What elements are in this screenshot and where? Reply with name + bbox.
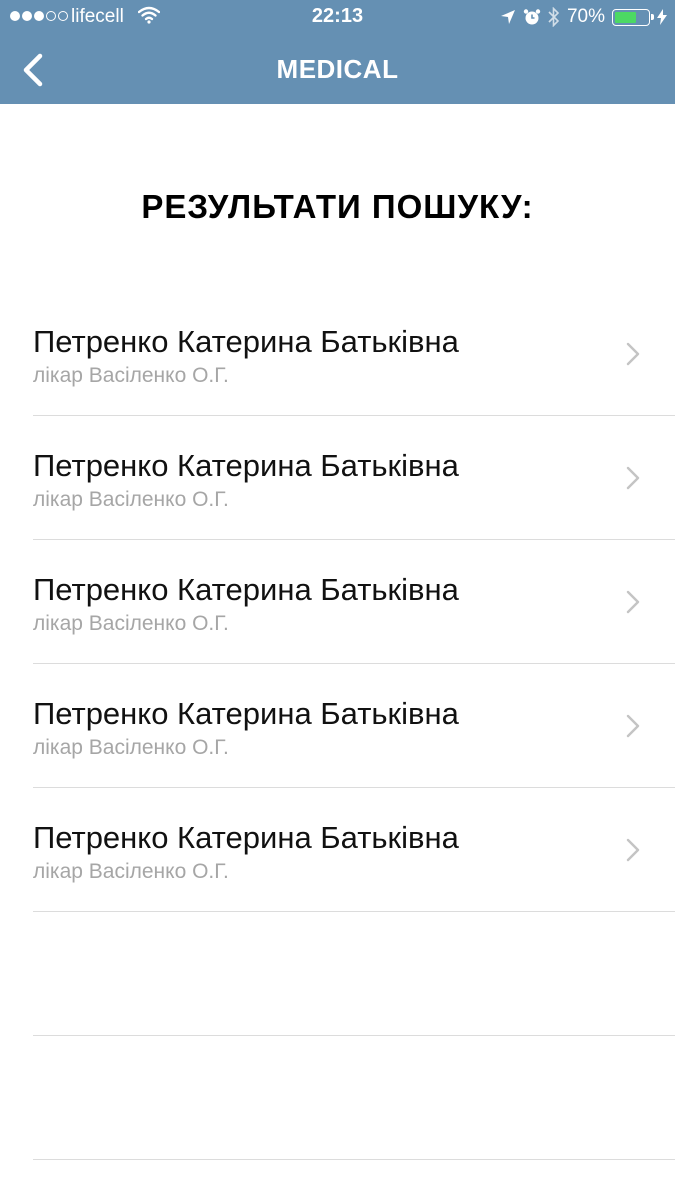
patient-name: Петренко Катерина Батьківна: [33, 448, 459, 483]
doctor-name: лікар Васіленко О.Г.: [33, 736, 229, 759]
empty-row: [33, 912, 675, 1036]
result-row[interactable]: Петренко Катерина Батьківна лікар Васіле…: [33, 664, 675, 788]
charging-bolt-icon: [657, 9, 667, 25]
empty-row: [33, 1036, 675, 1160]
patient-name: Петренко Катерина Батьківна: [33, 572, 459, 607]
battery-fill: [615, 11, 637, 23]
patient-name: Петренко Катерина Батьківна: [33, 820, 459, 855]
location-arrow-icon: [500, 10, 515, 24]
doctor-name: лікар Васіленко О.Г.: [33, 488, 229, 511]
doctor-name: лікар Васіленко О.Г.: [33, 612, 229, 635]
status-bar: lifecell 22:13 70%: [0, 0, 675, 34]
navigation-header: lifecell 22:13 70% MEDICAL: [0, 0, 675, 104]
alarm-icon: [523, 9, 541, 25]
bluetooth-icon: [548, 7, 560, 27]
doctor-name: лікар Васіленко О.Г.: [33, 860, 229, 883]
patient-name: Петренко Катерина Батьківна: [33, 324, 459, 359]
chevron-right-icon: [626, 342, 640, 366]
doctor-name: лікар Васіленко О.Г.: [33, 364, 229, 387]
results-list: Петренко Катерина Батьківна лікар Васіле…: [33, 292, 675, 1160]
battery-tip: [651, 13, 654, 20]
patient-name: Петренко Катерина Батьківна: [33, 696, 459, 731]
chevron-right-icon: [626, 466, 640, 490]
chevron-right-icon: [626, 714, 640, 738]
nav-title: MEDICAL: [276, 54, 399, 84]
result-row[interactable]: Петренко Катерина Батьківна лікар Васіле…: [33, 788, 675, 912]
result-row[interactable]: Петренко Катерина Батьківна лікар Васіле…: [33, 416, 675, 540]
status-right-group: 70%: [500, 4, 667, 30]
chevron-right-icon: [626, 590, 640, 614]
page-title: РЕЗУЛЬТАТИ ПОШУКУ:: [141, 188, 534, 225]
result-row[interactable]: Петренко Катерина Батьківна лікар Васіле…: [33, 292, 675, 416]
chevron-right-icon: [626, 838, 640, 862]
battery-percentage: 70%: [566, 6, 605, 27]
result-row[interactable]: Петренко Катерина Батьківна лікар Васіле…: [33, 540, 675, 664]
battery-icon: [612, 8, 654, 26]
